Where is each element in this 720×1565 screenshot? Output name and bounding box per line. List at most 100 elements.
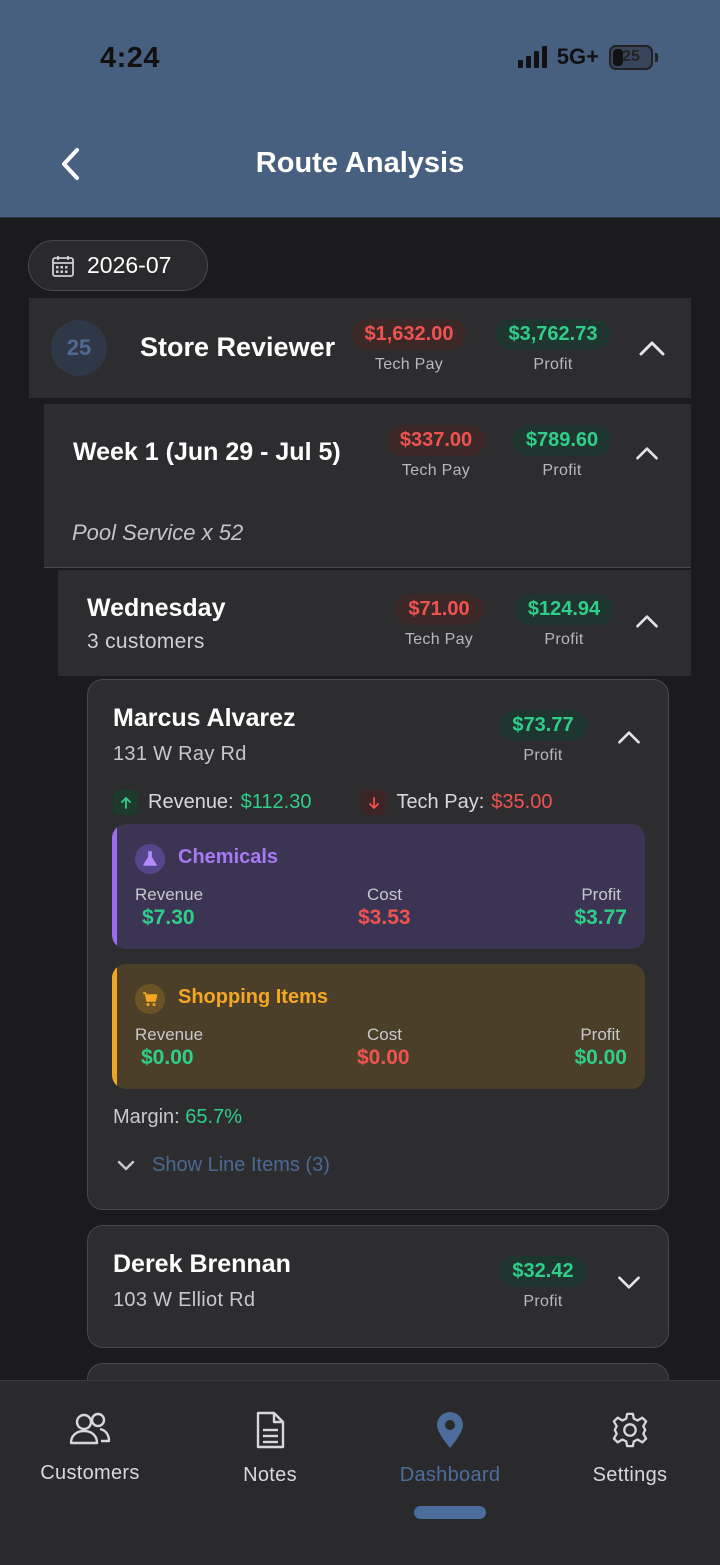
cart-icon [135, 984, 165, 1014]
revenue-label: Revenue: [148, 791, 234, 813]
chevron-up-icon[interactable] [634, 612, 660, 630]
status-indicators: 5G+ 25 [517, 44, 658, 70]
chemicals-section: Chemicals Revenue $7.30 Cost $3.53 Profi… [112, 824, 645, 949]
gear-icon [612, 1412, 648, 1448]
week-name: Week 1 (Jun 29 - Jul 5) [73, 438, 341, 466]
chemicals-revenue-label: Revenue [135, 885, 204, 904]
day-tech-pay: $71.00 Tech Pay [386, 594, 492, 649]
customer-address: 103 W Elliot Rd [113, 1289, 256, 1311]
home-indicator [414, 1506, 486, 1519]
revenue-techpay-line: Revenue: $112.30 Tech Pay: $35.00 [113, 790, 552, 815]
customer-profit: $32.42 Profit [488, 1256, 598, 1311]
shopping-cost-label: Cost [367, 1025, 402, 1044]
margin-value: 65.7% [185, 1106, 242, 1128]
day-tech-pay-label: Tech Pay [404, 631, 474, 648]
day-profit: $124.94 Profit [505, 594, 623, 649]
week-profit-label: Profit [542, 462, 582, 479]
chemicals-profit-label: Profit [581, 885, 621, 904]
flask-icon [135, 844, 165, 874]
store-profit-label: Profit [533, 356, 573, 373]
day-tech-pay-value: $71.00 [395, 594, 483, 625]
shopping-items-title: Shopping Items [178, 986, 328, 1008]
store-profit: $3,762.73 Profit [487, 319, 619, 374]
store-tech-pay: $1,632.00 Tech Pay [345, 319, 473, 374]
shopping-revenue-value: $0.00 [141, 1046, 194, 1069]
margin-label: Margin: [113, 1106, 180, 1128]
signal-icon [517, 46, 547, 68]
page-title: Route Analysis [255, 147, 465, 179]
chemicals-cost-label: Cost [367, 885, 402, 904]
chevron-down-icon[interactable] [616, 1274, 642, 1292]
week-tech-pay: $337.00 Tech Pay [378, 425, 494, 480]
arrow-down-icon [361, 790, 387, 815]
chemicals-title: Chemicals [178, 846, 279, 868]
store-profit-value: $3,762.73 [495, 319, 611, 350]
customer-card[interactable]: Derek Brennan 103 W Elliot Rd $32.42 Pro… [87, 1225, 669, 1348]
week-summary-row[interactable]: Week 1 (Jun 29 - Jul 5) $337.00 Tech Pay… [44, 404, 691, 568]
week-tech-pay-value: $337.00 [386, 425, 486, 456]
location-pin-icon [437, 1412, 463, 1448]
battery-tip [655, 52, 658, 62]
day-customer-count: 3 customers [87, 630, 205, 653]
customer-profit: $73.77 Profit [488, 710, 598, 765]
tech-pay-label: Tech Pay: [396, 791, 485, 813]
customer-name: Marcus Alvarez [113, 704, 296, 732]
chevron-up-icon[interactable] [637, 338, 667, 358]
customer-profit-value: $73.77 [499, 710, 587, 741]
customer-card[interactable]: Marcus Alvarez 131 W Ray Rd $73.77 Profi… [87, 679, 669, 1210]
week-service-summary: Pool Service x 52 [72, 520, 244, 545]
customer-profit-value: $32.42 [499, 1256, 587, 1287]
tab-dashboard[interactable]: Dashboard [360, 1411, 540, 1487]
store-name: Store Reviewer [140, 332, 336, 362]
chevron-up-icon[interactable] [616, 728, 642, 746]
chemicals-profit-value: $3.77 [574, 906, 627, 929]
tab-customers[interactable]: Customers [0, 1411, 180, 1485]
chevron-up-icon[interactable] [634, 444, 660, 462]
store-avatar: 25 [51, 320, 107, 376]
customer-name: Derek Brennan [113, 1250, 291, 1278]
chemicals-revenue-value: $7.30 [142, 906, 195, 929]
shopping-cost-value: $0.00 [357, 1046, 410, 1069]
tab-settings-label: Settings [592, 1464, 668, 1486]
tab-settings[interactable]: Settings [540, 1411, 720, 1487]
tab-dashboard-label: Dashboard [399, 1464, 501, 1486]
chevron-down-icon [117, 1160, 135, 1170]
day-summary-row[interactable]: Wednesday 3 customers $71.00 Tech Pay $1… [58, 570, 691, 676]
week-tech-pay-label: Tech Pay [401, 462, 471, 479]
month-filter-label: 2026-07 [87, 252, 172, 278]
shopping-revenue-label: Revenue [135, 1025, 204, 1044]
bottom-tab-bar: Customers Notes Dashboard Settings [0, 1380, 720, 1565]
margin-line: Margin: 65.7% [113, 1106, 242, 1129]
tab-notes-label: Notes [243, 1464, 297, 1486]
chemicals-cost-value: $3.53 [358, 906, 411, 929]
store-tech-pay-value: $1,632.00 [351, 319, 467, 350]
shopping-items-section: Shopping Items Revenue $0.00 Cost $0.00 … [112, 964, 645, 1089]
network-type: 5G+ [556, 44, 599, 69]
day-name: Wednesday [87, 594, 226, 622]
app-header: 4:24 5G+ 25 Route Analysis [0, 0, 720, 218]
day-profit-value: $124.94 [514, 594, 614, 625]
week-profit: $789.60 Profit [504, 425, 620, 480]
tab-customers-label: Customers [40, 1462, 140, 1484]
calendar-icon [52, 255, 74, 277]
document-icon [256, 1411, 285, 1449]
shopping-profit-value: $0.00 [574, 1046, 627, 1069]
show-line-items-label: Show Line Items (3) [152, 1154, 330, 1176]
users-icon [69, 1412, 111, 1445]
month-filter-chip[interactable]: 2026-07 [28, 240, 208, 291]
customer-address: 131 W Ray Rd [113, 743, 247, 765]
shopping-profit-label: Profit [580, 1025, 620, 1044]
show-line-items-button[interactable]: Show Line Items (3) [116, 1154, 330, 1177]
status-time: 4:24 [100, 42, 161, 74]
battery-level: 25 [622, 48, 640, 65]
tab-notes[interactable]: Notes [180, 1411, 360, 1487]
battery-icon: 25 [609, 44, 653, 70]
day-profit-label: Profit [544, 631, 584, 648]
week-profit-value: $789.60 [512, 425, 612, 456]
arrow-up-icon [113, 790, 138, 815]
revenue-value: $112.30 [240, 791, 312, 813]
store-tech-pay-label: Tech Pay [374, 356, 444, 373]
tech-pay-value: $35.00 [491, 791, 553, 813]
store-summary-row[interactable]: 25 Store Reviewer $1,632.00 Tech Pay $3,… [29, 298, 691, 399]
customer-profit-label: Profit [523, 747, 563, 764]
